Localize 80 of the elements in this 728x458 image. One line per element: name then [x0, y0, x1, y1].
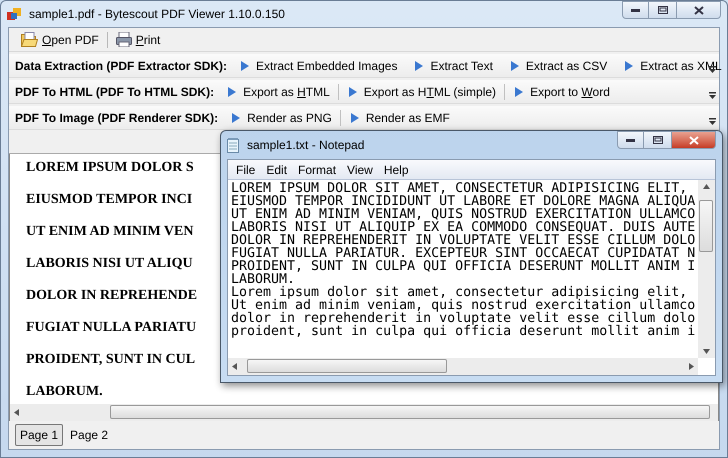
text-line: Ut enim ad minim veniam, quis nostrud exercitation ullamco	[231, 299, 696, 312]
text-line: LABORUM.	[231, 273, 296, 286]
toolbar-button[interactable]: Render as EMF	[344, 108, 454, 126]
text-line: FUGIAT NULLA PARIATUR. EXCEPTEUR SINT OCCAECAT CUPIDATAT N	[231, 247, 696, 260]
scroll-right-icon	[689, 363, 694, 370]
play-arrow-icon	[623, 60, 634, 72]
play-arrow-icon	[348, 112, 360, 124]
overflow-chevron-icon	[709, 118, 716, 126]
text-line: DOLOR IN REPREHENDERIT IN VOLUPTATE VELIT ESSE CILLUM DOLO	[231, 234, 696, 247]
play-arrow-icon	[226, 86, 238, 98]
close-button[interactable]	[671, 131, 716, 149]
maximize-icon	[658, 6, 668, 14]
page-tab[interactable]: Page 1	[15, 424, 64, 446]
text-line: proident, sunt in culpa qui officia deserunt mollit anim i	[231, 325, 696, 338]
notepad-icon	[227, 138, 239, 152]
maximize-button[interactable]	[644, 131, 671, 149]
document-text-line: EIUSMOD TEMPOR INCI	[26, 191, 192, 209]
horizontal-scrollbar[interactable]	[228, 358, 698, 375]
app-icon	[7, 7, 21, 21]
toolbar-button[interactable]: Extract as CSV	[504, 56, 612, 74]
menu-item[interactable]: Format	[294, 160, 340, 178]
toolbar-button[interactable]: Export to Word	[509, 82, 614, 100]
minimize-icon	[631, 8, 640, 12]
printer-icon	[116, 32, 132, 47]
close-icon	[688, 136, 698, 144]
scroll-left-icon	[232, 363, 237, 370]
window-title: sample1.txt - Notepad	[247, 137, 364, 154]
play-arrow-icon	[413, 60, 424, 72]
print-button[interactable]: Print	[112, 30, 164, 48]
toolbar-button[interactable]: Export as HTML	[222, 82, 334, 100]
menu-item[interactable]: File	[232, 160, 260, 178]
minimize-button[interactable]	[622, 1, 649, 19]
toolbar-button[interactable]: Extract Embedded Images	[235, 56, 402, 74]
document-text-line: LABORIS NISI UT ALIQU	[26, 255, 193, 273]
play-arrow-icon	[346, 86, 358, 98]
toolbar-button[interactable]: Extract Text	[409, 56, 497, 74]
document-text-line: LABORUM.	[26, 383, 103, 401]
close-icon	[694, 6, 704, 14]
document-text-line: PROIDENT, SUNT IN CUL	[26, 351, 196, 369]
text-line: EIUSMOD TEMPOR INCIDIDUNT UT LABORE ET DOLORE MAGNA ALIQUA	[231, 195, 696, 208]
toolbar-label: PDF To HTML (PDF To HTML SDK):	[15, 84, 214, 100]
text-line: PROIDENT, SUNT IN CULPA QUI OFFICIA DESERUNT MOLLIT ANIM I	[231, 260, 696, 273]
page-tab[interactable]: Page 2	[65, 424, 114, 446]
open-pdf-button[interactable]: Open PDF	[17, 30, 103, 48]
toolbar-button[interactable]: Render as PNG	[226, 108, 336, 126]
horizontal-scrollbar[interactable]	[9, 404, 719, 421]
document-text-line: LOREM IPSUM DOLOR S	[26, 159, 194, 177]
menu-item[interactable]: Edit	[262, 160, 292, 178]
text-line: dolor in reprehenderit in voluptate velit esse cillum dolo	[231, 312, 696, 325]
minimize-icon	[626, 138, 635, 142]
text-line: LABORIS NISI UT ALIQUIP EX EA COMMODO CONSEQUAT. DUIS AUTE	[231, 221, 696, 234]
toolbar-button[interactable]: Export as HTML (simple)	[342, 82, 500, 100]
document-text-line: DOLOR IN REPREHENDE	[26, 287, 198, 305]
play-arrow-icon	[513, 86, 524, 98]
overflow-chevron-icon	[709, 92, 716, 100]
document-text-line: FUGIAT NULLA PARIATU	[26, 319, 196, 337]
vertical-scrollbar[interactable]	[698, 180, 715, 358]
scroll-up-icon	[703, 184, 710, 189]
menu-item[interactable]: View	[343, 160, 377, 178]
maximize-button[interactable]	[649, 1, 676, 19]
scroll-down-icon	[703, 349, 710, 354]
text-line: LOREM IPSUM DOLOR SIT AMET, CONSECTETUR ADIPISICING ELIT,	[231, 182, 688, 195]
maximize-icon	[652, 136, 662, 144]
play-arrow-icon	[508, 60, 520, 72]
close-button[interactable]	[676, 1, 721, 19]
document-text-line: UT ENIM AD MINIM VEN	[26, 223, 194, 241]
menu-item[interactable]: Help	[380, 160, 413, 178]
scrollbar-thumb[interactable]	[110, 405, 710, 419]
text-line: Lorem ipsum dolor sit amet, consectetur adipisicing elit,	[231, 286, 688, 299]
toolbar-label: PDF To Image (PDF Renderer SDK):	[15, 110, 218, 126]
scrollbar-thumb[interactable]	[247, 359, 447, 373]
scroll-left-icon	[14, 409, 19, 416]
folder-icon	[21, 32, 38, 47]
scrollbar-thumb[interactable]	[699, 200, 713, 252]
play-arrow-icon	[230, 112, 242, 124]
play-arrow-icon	[239, 60, 250, 72]
toolbar-label: Data Extraction (PDF Extractor SDK):	[15, 58, 228, 74]
minimize-button[interactable]	[617, 131, 644, 149]
text-line: UT ENIM AD MINIM VENIAM, QUIS NOSTRUD EXERCITATION ULLAMCO	[231, 208, 696, 221]
window-title: sample1.pdf - Bytescout PDF Viewer 1.10.0.150	[29, 6, 285, 23]
